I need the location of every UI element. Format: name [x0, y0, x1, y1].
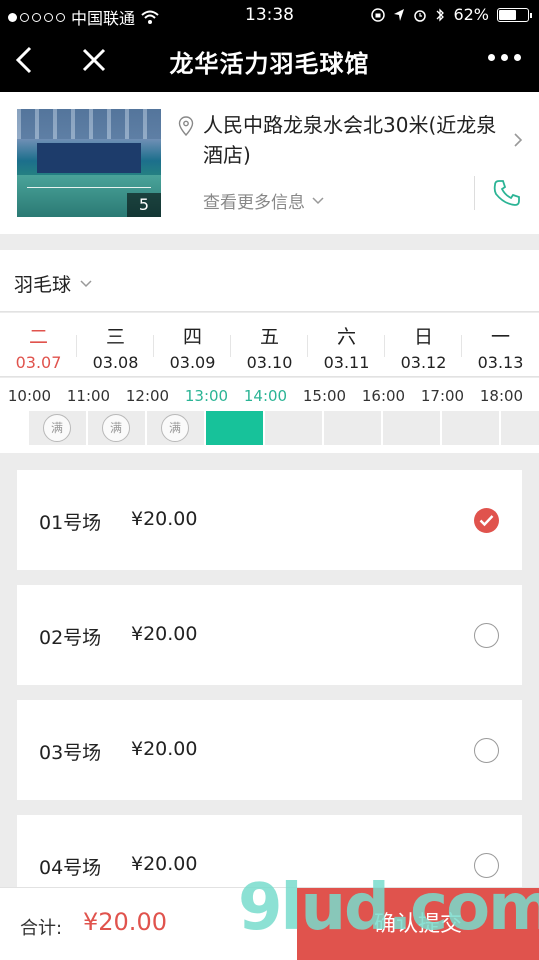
date-weekday: 日: [413, 326, 433, 348]
date-value: 03.07: [15, 353, 62, 372]
date-value: 03.12: [400, 353, 447, 372]
date-weekday: 五: [259, 326, 279, 348]
phone-icon[interactable]: [492, 178, 522, 208]
time-slot-selected[interactable]: [206, 411, 263, 445]
time-slot-full: 满: [88, 411, 145, 445]
date-weekday: 三: [105, 326, 125, 348]
date-tab[interactable]: 四 03.09: [154, 313, 231, 377]
chevron-down-icon: [80, 279, 92, 287]
chevron-down-icon: [312, 196, 324, 204]
court-list: 01号场 ¥20.00 02号场 ¥20.00 03号场 ¥20.00 04号场 ¥20.00: [0, 455, 539, 887]
rotation-lock-icon: [371, 7, 386, 22]
divider: [474, 176, 475, 210]
court-name: 02号场: [39, 627, 102, 649]
time-label: 16:00: [361, 387, 406, 405]
court-card[interactable]: 02号场 ¥20.00: [17, 585, 522, 685]
time-label: 14:00: [243, 387, 288, 405]
location-pin-icon: [178, 116, 194, 136]
date-tab[interactable]: 五 03.10: [231, 313, 308, 377]
court-card[interactable]: 03号场 ¥20.00: [17, 700, 522, 800]
alarm-icon: [414, 9, 427, 22]
battery-percent: 62%: [453, 5, 489, 24]
full-badge: 满: [161, 414, 189, 442]
time-label: 13:00: [184, 387, 229, 405]
total-label: 合计:: [20, 918, 63, 939]
date-tab[interactable]: 三 03.08: [77, 313, 154, 377]
time-slot-full: 满: [29, 411, 86, 445]
sport-selector[interactable]: 羽毛球: [0, 250, 539, 312]
court-name: 04号场: [39, 857, 102, 879]
time-label: 18:00: [479, 387, 524, 405]
date-value: 03.08: [92, 353, 139, 372]
date-weekday: 二: [28, 326, 48, 348]
venue-address[interactable]: 人民中路龙泉水会北30米(近龙泉酒店): [203, 110, 503, 170]
location-icon: [394, 8, 405, 21]
date-tab[interactable]: 六 03.11: [308, 313, 385, 377]
photo-count: 5: [127, 193, 161, 217]
court-name: 03号场: [39, 742, 102, 764]
date-weekday: 六: [336, 326, 356, 348]
full-badge: 满: [102, 414, 130, 442]
date-weekday: 四: [182, 326, 202, 348]
time-slot-full: 满: [147, 411, 204, 445]
time-slot-available[interactable]: [324, 411, 381, 445]
nav-bar: 龙华活力羽毛球馆: [0, 30, 539, 92]
bottom-bar: 合计: ¥20.00 确认提交: [0, 887, 539, 960]
venue-photo[interactable]: 5: [17, 109, 161, 217]
top-bar: 中国联通 13:38 62% 龙华活力羽毛球馆: [0, 0, 539, 92]
more-info-label: 查看更多信息: [203, 193, 305, 213]
court-price: ¥20.00: [131, 623, 198, 645]
checkbox-checked-icon[interactable]: [474, 508, 499, 533]
sport-selected: 羽毛球: [14, 274, 72, 296]
court-name: 01号场: [39, 512, 102, 534]
full-badge: 满: [43, 414, 71, 442]
venue-card: 5 人民中路龙泉水会北30米(近龙泉酒店) 查看更多信息: [0, 92, 539, 234]
date-strip: 二 03.07 三 03.08 四 03.09 五 03.10 六 03.11 日 03.12 一 03.…: [0, 313, 539, 377]
time-label: 17:00: [420, 387, 465, 405]
time-label: 11:00: [66, 387, 111, 405]
checkbox-unchecked-icon[interactable]: [474, 853, 499, 878]
checkbox-unchecked-icon[interactable]: [474, 738, 499, 763]
court-card[interactable]: 04号场 ¥20.00: [17, 815, 522, 887]
court-price: ¥20.00: [131, 853, 198, 875]
date-value: 03.11: [323, 353, 370, 372]
sport-dropdown[interactable]: 羽毛球: [14, 270, 93, 297]
total-value: ¥20.00: [83, 908, 167, 936]
time-label: 10:00: [7, 387, 52, 405]
date-value: 03.09: [169, 353, 216, 372]
more-info-link[interactable]: 查看更多信息: [203, 188, 325, 213]
date-tab[interactable]: 二 03.07: [0, 313, 77, 377]
status-bar: 中国联通 13:38 62%: [0, 0, 539, 30]
bluetooth-icon: [436, 7, 445, 22]
time-label: 12:00: [125, 387, 170, 405]
court-card[interactable]: 01号场 ¥20.00: [17, 470, 522, 570]
time-strip: 10:00 11:00 12:00 13:00 14:00 15:00 16:00 17:00…: [0, 378, 539, 453]
chevron-right-icon[interactable]: [512, 132, 524, 148]
more-menu-icon[interactable]: [488, 54, 521, 61]
submit-button[interactable]: 确认提交: [297, 888, 539, 960]
page-title: 龙华活力羽毛球馆: [169, 50, 370, 78]
date-weekday: 一: [490, 326, 510, 348]
date-value: 03.10: [246, 353, 293, 372]
time-slot-available[interactable]: [265, 411, 322, 445]
time-slot-available[interactable]: [442, 411, 499, 445]
date-value: 03.13: [477, 353, 524, 372]
checkbox-unchecked-icon[interactable]: [474, 623, 499, 648]
battery-icon: [497, 7, 532, 22]
time-slot-available[interactable]: [501, 411, 539, 445]
date-tab[interactable]: 日 03.12: [385, 313, 462, 377]
time-label: 15:00: [302, 387, 347, 405]
court-price: ¥20.00: [131, 508, 198, 530]
court-price: ¥20.00: [131, 738, 198, 760]
date-tab[interactable]: 一 03.13: [462, 313, 539, 377]
status-right: 62%: [371, 5, 532, 24]
time-slot-available[interactable]: [383, 411, 440, 445]
